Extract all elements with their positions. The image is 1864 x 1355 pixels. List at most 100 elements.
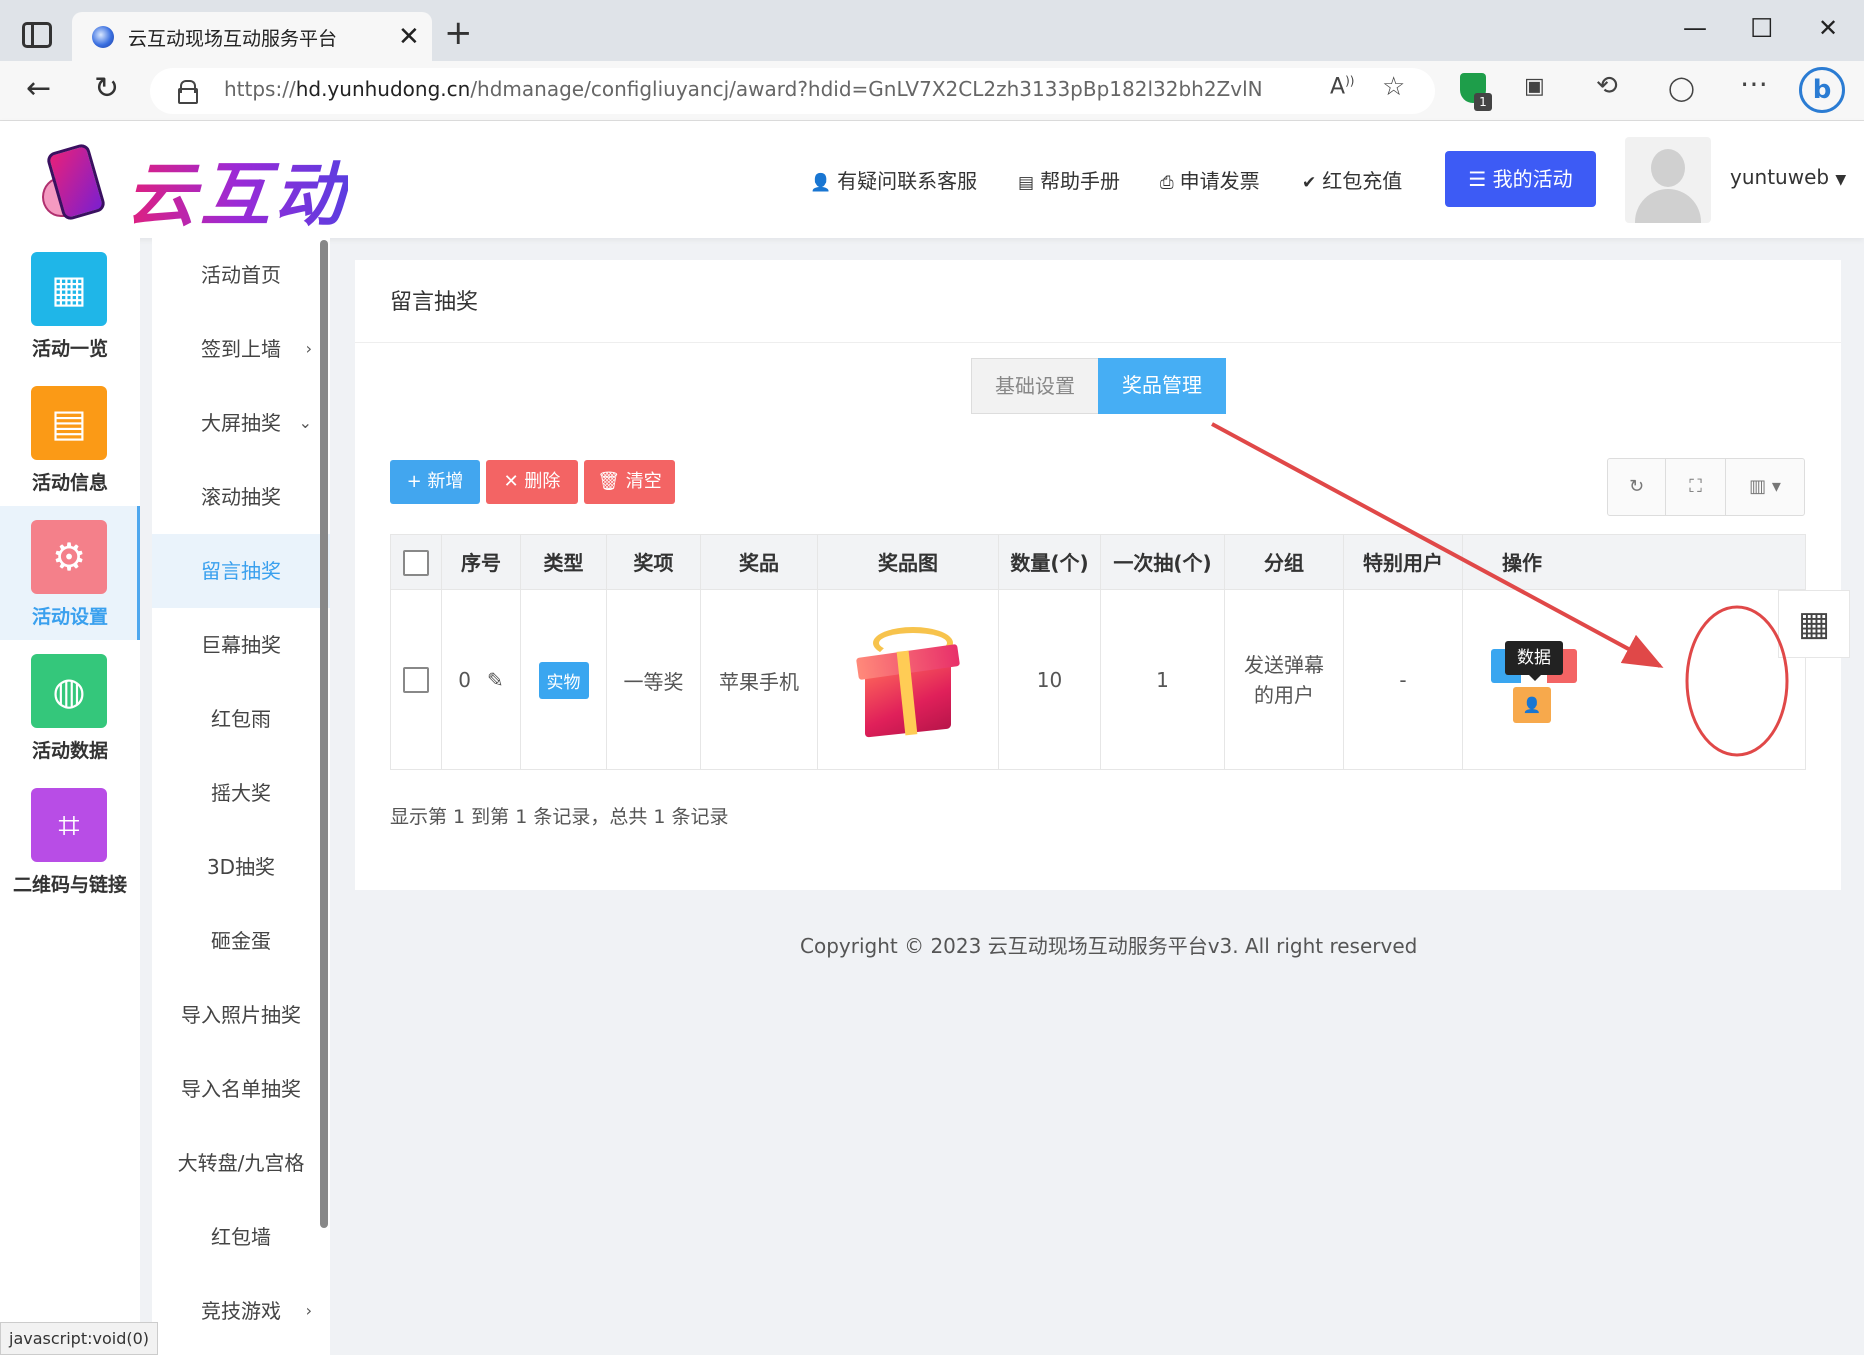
user-menu[interactable]: yuntuweb ▼	[1730, 165, 1846, 189]
avatar[interactable]	[1625, 137, 1711, 223]
row-prize-cell: 苹果手机	[701, 590, 818, 770]
submenu-item[interactable]: 红包雨	[152, 682, 330, 756]
col-prize-image: 奖品图	[818, 535, 999, 591]
col-prize: 奖品	[701, 535, 818, 591]
type-badge: 实物	[538, 661, 589, 699]
row-image-cell	[818, 590, 999, 770]
new-tab-icon[interactable]: +	[444, 16, 473, 50]
user-plus-icon: 👤	[810, 173, 832, 193]
gift-box-image	[843, 621, 973, 739]
submenu-item-active[interactable]: 留言抽奖	[152, 534, 330, 608]
nav-activity-settings[interactable]: ⚙ 活动设置	[0, 506, 140, 640]
row-select-cell	[391, 590, 442, 770]
nav-activity-info[interactable]: ▤ 活动信息	[0, 372, 140, 506]
submenu-item[interactable]: 红包墙	[152, 1200, 330, 1274]
redpacket-recharge-link[interactable]: ✔ 红包充值	[1302, 165, 1402, 194]
logo-text: 云互动	[126, 139, 348, 240]
submenu-item[interactable]: 摇大奖	[152, 756, 330, 830]
action-buttons: 数据 👤	[1467, 605, 1577, 755]
shield-check-icon: ✔	[1302, 173, 1317, 193]
qrcode-icon: ⌗	[31, 788, 107, 862]
table-row: 0 ✎ 实物 一等奖 苹果手机 10 1 发送弹幕的用户 - 数据 👤	[390, 590, 1806, 770]
delete-button[interactable]: ✕ 删除	[486, 460, 578, 504]
row-level-cell: 一等奖	[607, 590, 701, 770]
table-header: 序号 类型 奖项 奖品 奖品图 数量(个) 一次抽(个) 分组 特别用户 操作	[390, 534, 1806, 591]
select-all-checkbox[interactable]	[403, 550, 429, 576]
row-checkbox[interactable]	[403, 667, 429, 693]
maximize-icon[interactable]: ☐	[1750, 14, 1773, 44]
submenu-item[interactable]: 大屏抽奖 ⌄	[152, 386, 330, 460]
tab-basic-settings[interactable]: 基础设置	[971, 358, 1099, 414]
col-special-user: 特别用户	[1344, 535, 1463, 591]
add-button[interactable]: + 新增	[390, 460, 480, 504]
row-group-cell: 发送弹幕的用户	[1225, 590, 1344, 770]
col-index: 序号	[442, 535, 521, 591]
divider	[355, 342, 1841, 343]
back-icon[interactable]: ←	[26, 71, 51, 106]
refresh-table-icon[interactable]: ↻	[1608, 459, 1666, 515]
minimize-icon[interactable]: —	[1683, 14, 1707, 42]
profile-icon[interactable]: ◯	[1668, 74, 1695, 102]
close-tab-icon[interactable]: ✕	[398, 22, 420, 52]
submenu-item[interactable]: 活动首页	[152, 238, 330, 312]
refresh-icon[interactable]: ↻	[94, 71, 119, 106]
fullscreen-icon[interactable]: ⛶	[1666, 459, 1726, 515]
col-level: 奖项	[607, 535, 701, 591]
address-bar[interactable]: https://hd.yunhudong.cn/hdmanage/configl…	[150, 68, 1435, 114]
submenu-item[interactable]: 滚动抽奖	[152, 460, 330, 534]
browser-tab[interactable]: 云互动现场互动服务平台 ✕	[72, 12, 432, 61]
columns-toggle-icon[interactable]: ▥ ▾	[1726, 459, 1804, 515]
bing-copilot-icon[interactable]: b	[1799, 67, 1845, 113]
submenu-item[interactable]: 砸金蛋	[152, 904, 330, 978]
book-icon: ▤	[1018, 173, 1035, 193]
row-actions-cell: 数据 👤	[1463, 590, 1581, 770]
edit-pencil-icon[interactable]: ✎	[487, 668, 504, 692]
submenu-scrollbar[interactable]	[320, 240, 328, 1228]
caret-down-icon: ▼	[1835, 172, 1847, 188]
status-bar-url: javascript:void(0)	[0, 1322, 159, 1355]
lock-icon[interactable]	[178, 80, 198, 104]
submenu-item[interactable]: 导入名单抽奖	[152, 1052, 330, 1126]
data-user-button[interactable]: 👤	[1513, 687, 1551, 723]
tab-actions-icon[interactable]	[22, 22, 52, 48]
history-icon[interactable]: ⟲	[1596, 71, 1618, 101]
tab-title: 云互动现场互动服务平台	[128, 28, 338, 50]
logo-phone-icon	[36, 139, 114, 223]
site-favicon-icon	[92, 26, 114, 48]
chevron-right-icon: ›	[305, 1301, 312, 1320]
row-quantity-cell: 10	[999, 590, 1101, 770]
row-index-cell: 0 ✎	[442, 590, 521, 770]
submenu-item[interactable]: 竞技游戏 ›	[152, 1274, 330, 1348]
app-header: 云互动 👤 有疑问联系客服 ▤ 帮助手册 ⎙ 申请发票 ✔ 红包充值 ☰ 我的活动 yu…	[0, 121, 1864, 238]
row-type-cell: 实物	[521, 590, 607, 770]
select-all-cell	[391, 535, 442, 591]
invoice-link[interactable]: ⎙ 申请发票	[1160, 165, 1260, 194]
submenu-item[interactable]: 导入照片抽奖	[152, 978, 330, 1052]
nav-activity-overview[interactable]: ▦ 活动一览	[0, 238, 140, 372]
clear-button[interactable]: 🗑 清空	[584, 460, 675, 504]
extension-icon[interactable]: ▣	[1524, 74, 1545, 99]
read-aloud-icon[interactable]: A))	[1330, 74, 1354, 99]
contact-service-link[interactable]: 👤 有疑问联系客服	[810, 165, 977, 194]
favorite-icon[interactable]: ☆	[1382, 72, 1405, 102]
col-per-draw: 一次抽(个)	[1101, 535, 1225, 591]
floating-qrcode-icon[interactable]: ▦	[1778, 590, 1850, 658]
user-icon: 👤	[1522, 696, 1542, 714]
grid-icon: ▦	[31, 252, 107, 326]
tab-prize-management[interactable]: 奖品管理	[1098, 358, 1226, 414]
chevron-down-icon: ⌄	[298, 413, 312, 432]
submenu-item[interactable]: 签到上墙 ›	[152, 312, 330, 386]
trash-icon: 🗑	[597, 471, 626, 492]
submenu-item[interactable]: 3D抽奖	[152, 830, 330, 904]
submenu-item[interactable]: 巨幕抽奖	[152, 608, 330, 682]
close-window-icon[interactable]: ✕	[1818, 14, 1838, 42]
nav-activity-data[interactable]: ◍ 活动数据	[0, 640, 140, 774]
my-activity-button[interactable]: ☰ 我的活动	[1445, 151, 1596, 207]
submenu-item[interactable]: 大转盘/九宫格	[152, 1126, 330, 1200]
copyright: Copyright © 2023 云互动现场互动服务平台v3. All righ…	[800, 934, 1418, 958]
page-title: 留言抽奖	[390, 290, 479, 315]
help-manual-link[interactable]: ▤ 帮助手册	[1018, 165, 1120, 194]
tooltip: 数据	[1505, 641, 1563, 681]
more-icon[interactable]: ⋯	[1740, 67, 1768, 100]
nav-qrcode-links[interactable]: ⌗ 二维码与链接	[0, 774, 140, 908]
